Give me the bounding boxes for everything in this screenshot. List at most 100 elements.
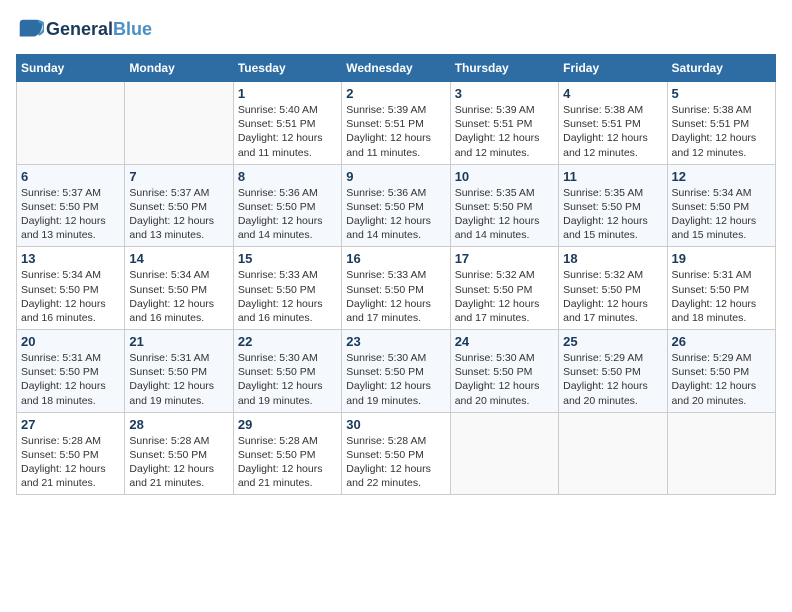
calendar-cell: 2 Sunrise: 5:39 AM Sunset: 5:51 PM Daylig…: [342, 82, 450, 165]
day-number: 14: [129, 251, 228, 266]
calendar-cell: [450, 412, 558, 495]
day-info: Sunrise: 5:28 AM Sunset: 5:50 PM Dayligh…: [129, 434, 228, 491]
day-number: 12: [672, 169, 771, 184]
calendar-cell: 17 Sunrise: 5:32 AM Sunset: 5:50 PM Dayli…: [450, 247, 558, 330]
calendar-cell: 1 Sunrise: 5:40 AM Sunset: 5:51 PM Daylig…: [233, 82, 341, 165]
day-number: 19: [672, 251, 771, 266]
day-number: 22: [238, 334, 337, 349]
day-info: Sunrise: 5:39 AM Sunset: 5:51 PM Dayligh…: [455, 103, 554, 160]
day-info: Sunrise: 5:35 AM Sunset: 5:50 PM Dayligh…: [563, 186, 662, 243]
day-info: Sunrise: 5:28 AM Sunset: 5:50 PM Dayligh…: [21, 434, 120, 491]
calendar-cell: [559, 412, 667, 495]
day-number: 7: [129, 169, 228, 184]
calendar-cell: 22 Sunrise: 5:30 AM Sunset: 5:50 PM Dayli…: [233, 330, 341, 413]
calendar-cell: 16 Sunrise: 5:33 AM Sunset: 5:50 PM Dayli…: [342, 247, 450, 330]
weekday-header-sunday: Sunday: [17, 55, 125, 82]
calendar-cell: [17, 82, 125, 165]
weekday-header-wednesday: Wednesday: [342, 55, 450, 82]
day-info: Sunrise: 5:36 AM Sunset: 5:50 PM Dayligh…: [238, 186, 337, 243]
day-number: 17: [455, 251, 554, 266]
calendar-cell: 10 Sunrise: 5:35 AM Sunset: 5:50 PM Dayli…: [450, 164, 558, 247]
day-info: Sunrise: 5:31 AM Sunset: 5:50 PM Dayligh…: [129, 351, 228, 408]
calendar-cell: 18Sunrise: 5:32 AM Sunset: 5:50 PM Dayli…: [559, 247, 667, 330]
calendar-cell: 26 Sunrise: 5:29 AM Sunset: 5:50 PM Dayli…: [667, 330, 775, 413]
calendar-cell: [667, 412, 775, 495]
weekday-header-friday: Friday: [559, 55, 667, 82]
day-info: Sunrise: 5:30 AM Sunset: 5:50 PM Dayligh…: [346, 351, 445, 408]
calendar-cell: 24Sunrise: 5:30 AM Sunset: 5:50 PM Dayli…: [450, 330, 558, 413]
calendar-cell: 6 Sunrise: 5:37 AM Sunset: 5:50 PM Daylig…: [17, 164, 125, 247]
day-info: Sunrise: 5:29 AM Sunset: 5:50 PM Dayligh…: [672, 351, 771, 408]
calendar-cell: 9Sunrise: 5:36 AM Sunset: 5:50 PM Daylig…: [342, 164, 450, 247]
calendar-cell: 21 Sunrise: 5:31 AM Sunset: 5:50 PM Dayli…: [125, 330, 233, 413]
day-number: 29: [238, 417, 337, 432]
calendar-cell: 12 Sunrise: 5:34 AM Sunset: 5:50 PM Dayli…: [667, 164, 775, 247]
day-number: 8: [238, 169, 337, 184]
day-info: Sunrise: 5:37 AM Sunset: 5:50 PM Dayligh…: [21, 186, 120, 243]
calendar-cell: 4 Sunrise: 5:38 AM Sunset: 5:51 PM Daylig…: [559, 82, 667, 165]
day-info: Sunrise: 5:34 AM Sunset: 5:50 PM Dayligh…: [129, 268, 228, 325]
day-number: 18: [563, 251, 662, 266]
calendar-cell: 15Sunrise: 5:33 AM Sunset: 5:50 PM Dayli…: [233, 247, 341, 330]
day-info: Sunrise: 5:38 AM Sunset: 5:51 PM Dayligh…: [563, 103, 662, 160]
day-info: Sunrise: 5:34 AM Sunset: 5:50 PM Dayligh…: [21, 268, 120, 325]
calendar-cell: 5 Sunrise: 5:38 AM Sunset: 5:51 PM Daylig…: [667, 82, 775, 165]
day-number: 26: [672, 334, 771, 349]
weekday-header-tuesday: Tuesday: [233, 55, 341, 82]
calendar-cell: 30 Sunrise: 5:28 AM Sunset: 5:50 PM Dayli…: [342, 412, 450, 495]
day-info: Sunrise: 5:40 AM Sunset: 5:51 PM Dayligh…: [238, 103, 337, 160]
day-info: Sunrise: 5:30 AM Sunset: 5:50 PM Dayligh…: [455, 351, 554, 408]
weekday-header-monday: Monday: [125, 55, 233, 82]
day-number: 21: [129, 334, 228, 349]
day-number: 3: [455, 86, 554, 101]
weekday-header-saturday: Saturday: [667, 55, 775, 82]
calendar-cell: 11 Sunrise: 5:35 AM Sunset: 5:50 PM Dayli…: [559, 164, 667, 247]
day-info: Sunrise: 5:35 AM Sunset: 5:50 PM Dayligh…: [455, 186, 554, 243]
calendar-cell: 14 Sunrise: 5:34 AM Sunset: 5:50 PM Dayli…: [125, 247, 233, 330]
header: GeneralBlue: [16, 16, 776, 44]
day-number: 6: [21, 169, 120, 184]
calendar: SundayMondayTuesdayWednesdayThursdayFrid…: [16, 54, 776, 495]
calendar-cell: 19 Sunrise: 5:31 AM Sunset: 5:50 PM Dayli…: [667, 247, 775, 330]
calendar-cell: 27 Sunrise: 5:28 AM Sunset: 5:50 PM Dayli…: [17, 412, 125, 495]
day-number: 10: [455, 169, 554, 184]
calendar-cell: 13Sunrise: 5:34 AM Sunset: 5:50 PM Dayli…: [17, 247, 125, 330]
day-info: Sunrise: 5:32 AM Sunset: 5:50 PM Dayligh…: [455, 268, 554, 325]
calendar-cell: 3 Sunrise: 5:39 AM Sunset: 5:51 PM Daylig…: [450, 82, 558, 165]
day-number: 9: [346, 169, 445, 184]
day-info: Sunrise: 5:31 AM Sunset: 5:50 PM Dayligh…: [672, 268, 771, 325]
day-info: Sunrise: 5:39 AM Sunset: 5:51 PM Dayligh…: [346, 103, 445, 160]
calendar-cell: 25 Sunrise: 5:29 AM Sunset: 5:50 PM Dayli…: [559, 330, 667, 413]
logo-icon: [16, 16, 44, 44]
logo-text: GeneralBlue: [46, 20, 152, 40]
day-number: 2: [346, 86, 445, 101]
calendar-cell: 29 Sunrise: 5:28 AM Sunset: 5:50 PM Dayli…: [233, 412, 341, 495]
day-number: 16: [346, 251, 445, 266]
logo: GeneralBlue: [16, 16, 152, 44]
calendar-cell: 23 Sunrise: 5:30 AM Sunset: 5:50 PM Dayli…: [342, 330, 450, 413]
day-number: 11: [563, 169, 662, 184]
day-info: Sunrise: 5:33 AM Sunset: 5:50 PM Dayligh…: [238, 268, 337, 325]
day-info: Sunrise: 5:38 AM Sunset: 5:51 PM Dayligh…: [672, 103, 771, 160]
calendar-cell: [125, 82, 233, 165]
day-info: Sunrise: 5:30 AM Sunset: 5:50 PM Dayligh…: [238, 351, 337, 408]
day-number: 27: [21, 417, 120, 432]
calendar-cell: 28 Sunrise: 5:28 AM Sunset: 5:50 PM Dayli…: [125, 412, 233, 495]
day-number: 30: [346, 417, 445, 432]
day-number: 4: [563, 86, 662, 101]
day-info: Sunrise: 5:28 AM Sunset: 5:50 PM Dayligh…: [346, 434, 445, 491]
day-info: Sunrise: 5:33 AM Sunset: 5:50 PM Dayligh…: [346, 268, 445, 325]
day-info: Sunrise: 5:34 AM Sunset: 5:50 PM Dayligh…: [672, 186, 771, 243]
day-number: 20: [21, 334, 120, 349]
day-info: Sunrise: 5:28 AM Sunset: 5:50 PM Dayligh…: [238, 434, 337, 491]
day-number: 23: [346, 334, 445, 349]
day-number: 5: [672, 86, 771, 101]
day-number: 1: [238, 86, 337, 101]
calendar-cell: 8 Sunrise: 5:36 AM Sunset: 5:50 PM Daylig…: [233, 164, 341, 247]
day-info: Sunrise: 5:29 AM Sunset: 5:50 PM Dayligh…: [563, 351, 662, 408]
day-number: 25: [563, 334, 662, 349]
day-info: Sunrise: 5:37 AM Sunset: 5:50 PM Dayligh…: [129, 186, 228, 243]
day-number: 28: [129, 417, 228, 432]
calendar-cell: 7 Sunrise: 5:37 AM Sunset: 5:50 PM Daylig…: [125, 164, 233, 247]
weekday-header-thursday: Thursday: [450, 55, 558, 82]
